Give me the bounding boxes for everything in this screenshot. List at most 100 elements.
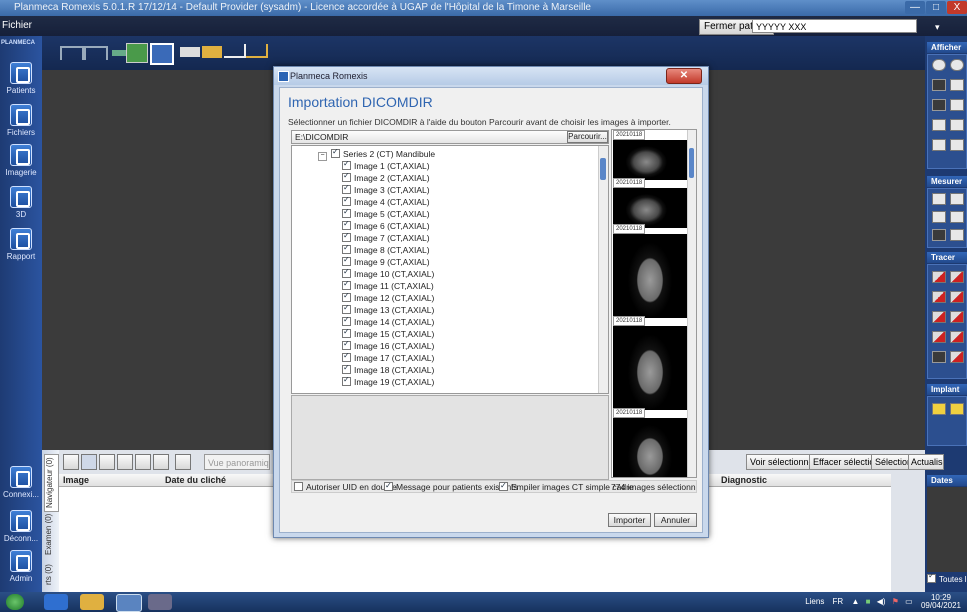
tab-rts[interactable]: rts (0) (44, 560, 57, 590)
view-list-icon[interactable] (81, 454, 97, 470)
nav-rapport[interactable]: Rapport (0, 228, 42, 261)
nav-imagerie[interactable]: Imagerie (0, 144, 42, 177)
tree-image-row[interactable]: Image 15 (CT,AXIAL) (342, 326, 434, 340)
ratio-icon[interactable] (950, 79, 964, 91)
contrast-icon[interactable] (932, 99, 946, 111)
taskbar-folder-icon[interactable] (80, 594, 104, 610)
tree-image-row[interactable]: Image 14 (CT,AXIAL) (342, 314, 434, 328)
taskbar-romexis-icon[interactable] (116, 594, 142, 612)
layout-2-icon[interactable] (84, 46, 108, 60)
maximize-button[interactable]: □ (926, 1, 946, 14)
measure-line-icon[interactable] (950, 211, 964, 223)
tab-examen[interactable]: Examen (0) (44, 512, 57, 556)
voir-selectionne-button[interactable]: Voir sélectionné (746, 454, 818, 470)
tree-image-row[interactable]: Image 12 (CT,AXIAL) (342, 290, 434, 304)
image-checkbox[interactable] (342, 338, 351, 350)
camera-icon[interactable] (180, 47, 200, 57)
angle-icon[interactable] (950, 193, 964, 205)
image-checkbox[interactable] (342, 194, 351, 206)
nav-deconnexion[interactable]: Déconn... (0, 510, 42, 543)
battery-icon[interactable]: ■ (866, 597, 871, 606)
volume-icon[interactable]: ◀) (877, 597, 886, 606)
tab-navigateur[interactable]: Navigateur (0) (44, 454, 59, 512)
image-checkbox[interactable] (342, 182, 351, 194)
flip-icon[interactable] (950, 119, 964, 131)
tray-up-icon[interactable]: ▲ (851, 597, 859, 606)
menu-fichier[interactable]: Fichier (2, 20, 32, 31)
thumbnail-item[interactable]: 20210118 (613, 178, 687, 230)
tree-scrollbar[interactable] (598, 146, 608, 393)
thumbnail-scroll-thumb[interactable] (689, 148, 694, 178)
grid-icon[interactable] (932, 351, 946, 363)
tree-image-row[interactable]: Image 2 (CT,AXIAL) (342, 170, 430, 184)
tree-scroll-thumb[interactable] (600, 158, 606, 180)
view-frame-icon[interactable] (135, 454, 151, 470)
tree-image-row[interactable]: Image 3 (CT,AXIAL) (342, 182, 430, 196)
draw-ellipse-icon[interactable] (932, 311, 946, 323)
section-implant[interactable]: Implant (927, 384, 967, 395)
clock[interactable]: 10:29 09/04/2021 (921, 594, 961, 610)
tree-image-row[interactable]: Image 17 (CT,AXIAL) (342, 350, 434, 364)
calibrate-icon[interactable] (932, 193, 946, 205)
vue-panoramique-field[interactable]: Vue panoramique (204, 454, 270, 470)
dialog-title-bar[interactable]: Planmeca Romexis ✕ (274, 67, 708, 85)
image-checkbox[interactable] (342, 170, 351, 182)
thumbnail-item[interactable]: 20210118 (613, 408, 687, 477)
tray-links[interactable]: Liens (805, 597, 824, 606)
image-checkbox[interactable] (342, 242, 351, 254)
export-tool-icon[interactable] (246, 44, 268, 58)
tree-image-row[interactable]: Image 5 (CT,AXIAL) (342, 206, 430, 220)
tree-image-row[interactable]: Image 18 (CT,AXIAL) (342, 362, 434, 376)
image-checkbox[interactable] (342, 362, 351, 374)
image-checkbox[interactable] (342, 158, 351, 170)
hand-icon[interactable] (950, 139, 964, 151)
image-checkbox[interactable] (342, 326, 351, 338)
image-checkbox[interactable] (342, 278, 351, 290)
implant-angle-icon[interactable] (950, 403, 964, 415)
arrow-icon[interactable] (175, 454, 191, 470)
tray-lang[interactable]: FR (833, 597, 844, 606)
tree-image-row[interactable]: Image 10 (CT,AXIAL) (342, 266, 434, 280)
pan-icon[interactable] (932, 139, 946, 151)
thumbnail-item[interactable]: 20210118 (613, 316, 687, 412)
view-grid-icon[interactable] (117, 454, 133, 470)
existing-patients-checkbox[interactable] (384, 481, 393, 492)
tree-image-row[interactable]: Image 4 (CT,AXIAL) (342, 194, 430, 208)
existing-patients-option[interactable]: Message pour patients existants (384, 481, 518, 492)
import-tool-icon[interactable] (202, 46, 222, 58)
image-checkbox[interactable] (342, 350, 351, 362)
draw-marker-icon[interactable] (950, 351, 964, 363)
thumbnail-scrollbar[interactable] (687, 130, 696, 477)
image-checkbox[interactable] (342, 374, 351, 386)
tree-image-row[interactable]: Image 13 (CT,AXIAL) (342, 302, 434, 316)
close-window-button[interactable]: X (947, 1, 967, 14)
image-checkbox[interactable] (342, 266, 351, 278)
view-circle-icon[interactable] (153, 454, 169, 470)
thumbnail-item[interactable]: 20210118 (613, 130, 687, 182)
tree-image-row[interactable]: Image 11 (CT,AXIAL) (342, 278, 434, 292)
start-icon[interactable] (6, 594, 24, 610)
zoom-in-icon[interactable] (932, 59, 946, 71)
tree-image-row[interactable]: Image 16 (CT,AXIAL) (342, 338, 434, 352)
col-image[interactable]: Image (63, 475, 89, 485)
fit-icon[interactable] (932, 79, 946, 91)
image-checkbox[interactable] (342, 290, 351, 302)
tree-image-row[interactable]: Image 9 (CT,AXIAL) (342, 254, 430, 268)
stack-ct-checkbox[interactable] (499, 481, 508, 492)
image-checkbox[interactable] (342, 254, 351, 266)
brightness-icon[interactable] (950, 99, 964, 111)
tree-series-row[interactable]: − Series 2 (CT) Mandibule (318, 146, 435, 161)
view-single-icon[interactable] (63, 454, 79, 470)
tree-image-row[interactable]: Image 8 (CT,AXIAL) (342, 242, 430, 256)
tree-image-row[interactable]: Image 19 (CT,AXIAL) (342, 374, 434, 388)
implant-icon[interactable] (932, 403, 946, 415)
measure-tool-icon[interactable] (224, 44, 246, 58)
browse-button[interactable]: Parcourir... (567, 131, 608, 143)
ruler-icon[interactable] (932, 211, 946, 223)
toutes-checkbox-box[interactable] (927, 574, 936, 583)
image-checkbox[interactable] (342, 302, 351, 314)
network-icon[interactable]: ▭ (905, 597, 913, 606)
draw-curve-icon[interactable] (950, 271, 964, 283)
dialog-close-button[interactable]: ✕ (666, 68, 702, 84)
taskbar-app-icon[interactable] (148, 594, 172, 610)
